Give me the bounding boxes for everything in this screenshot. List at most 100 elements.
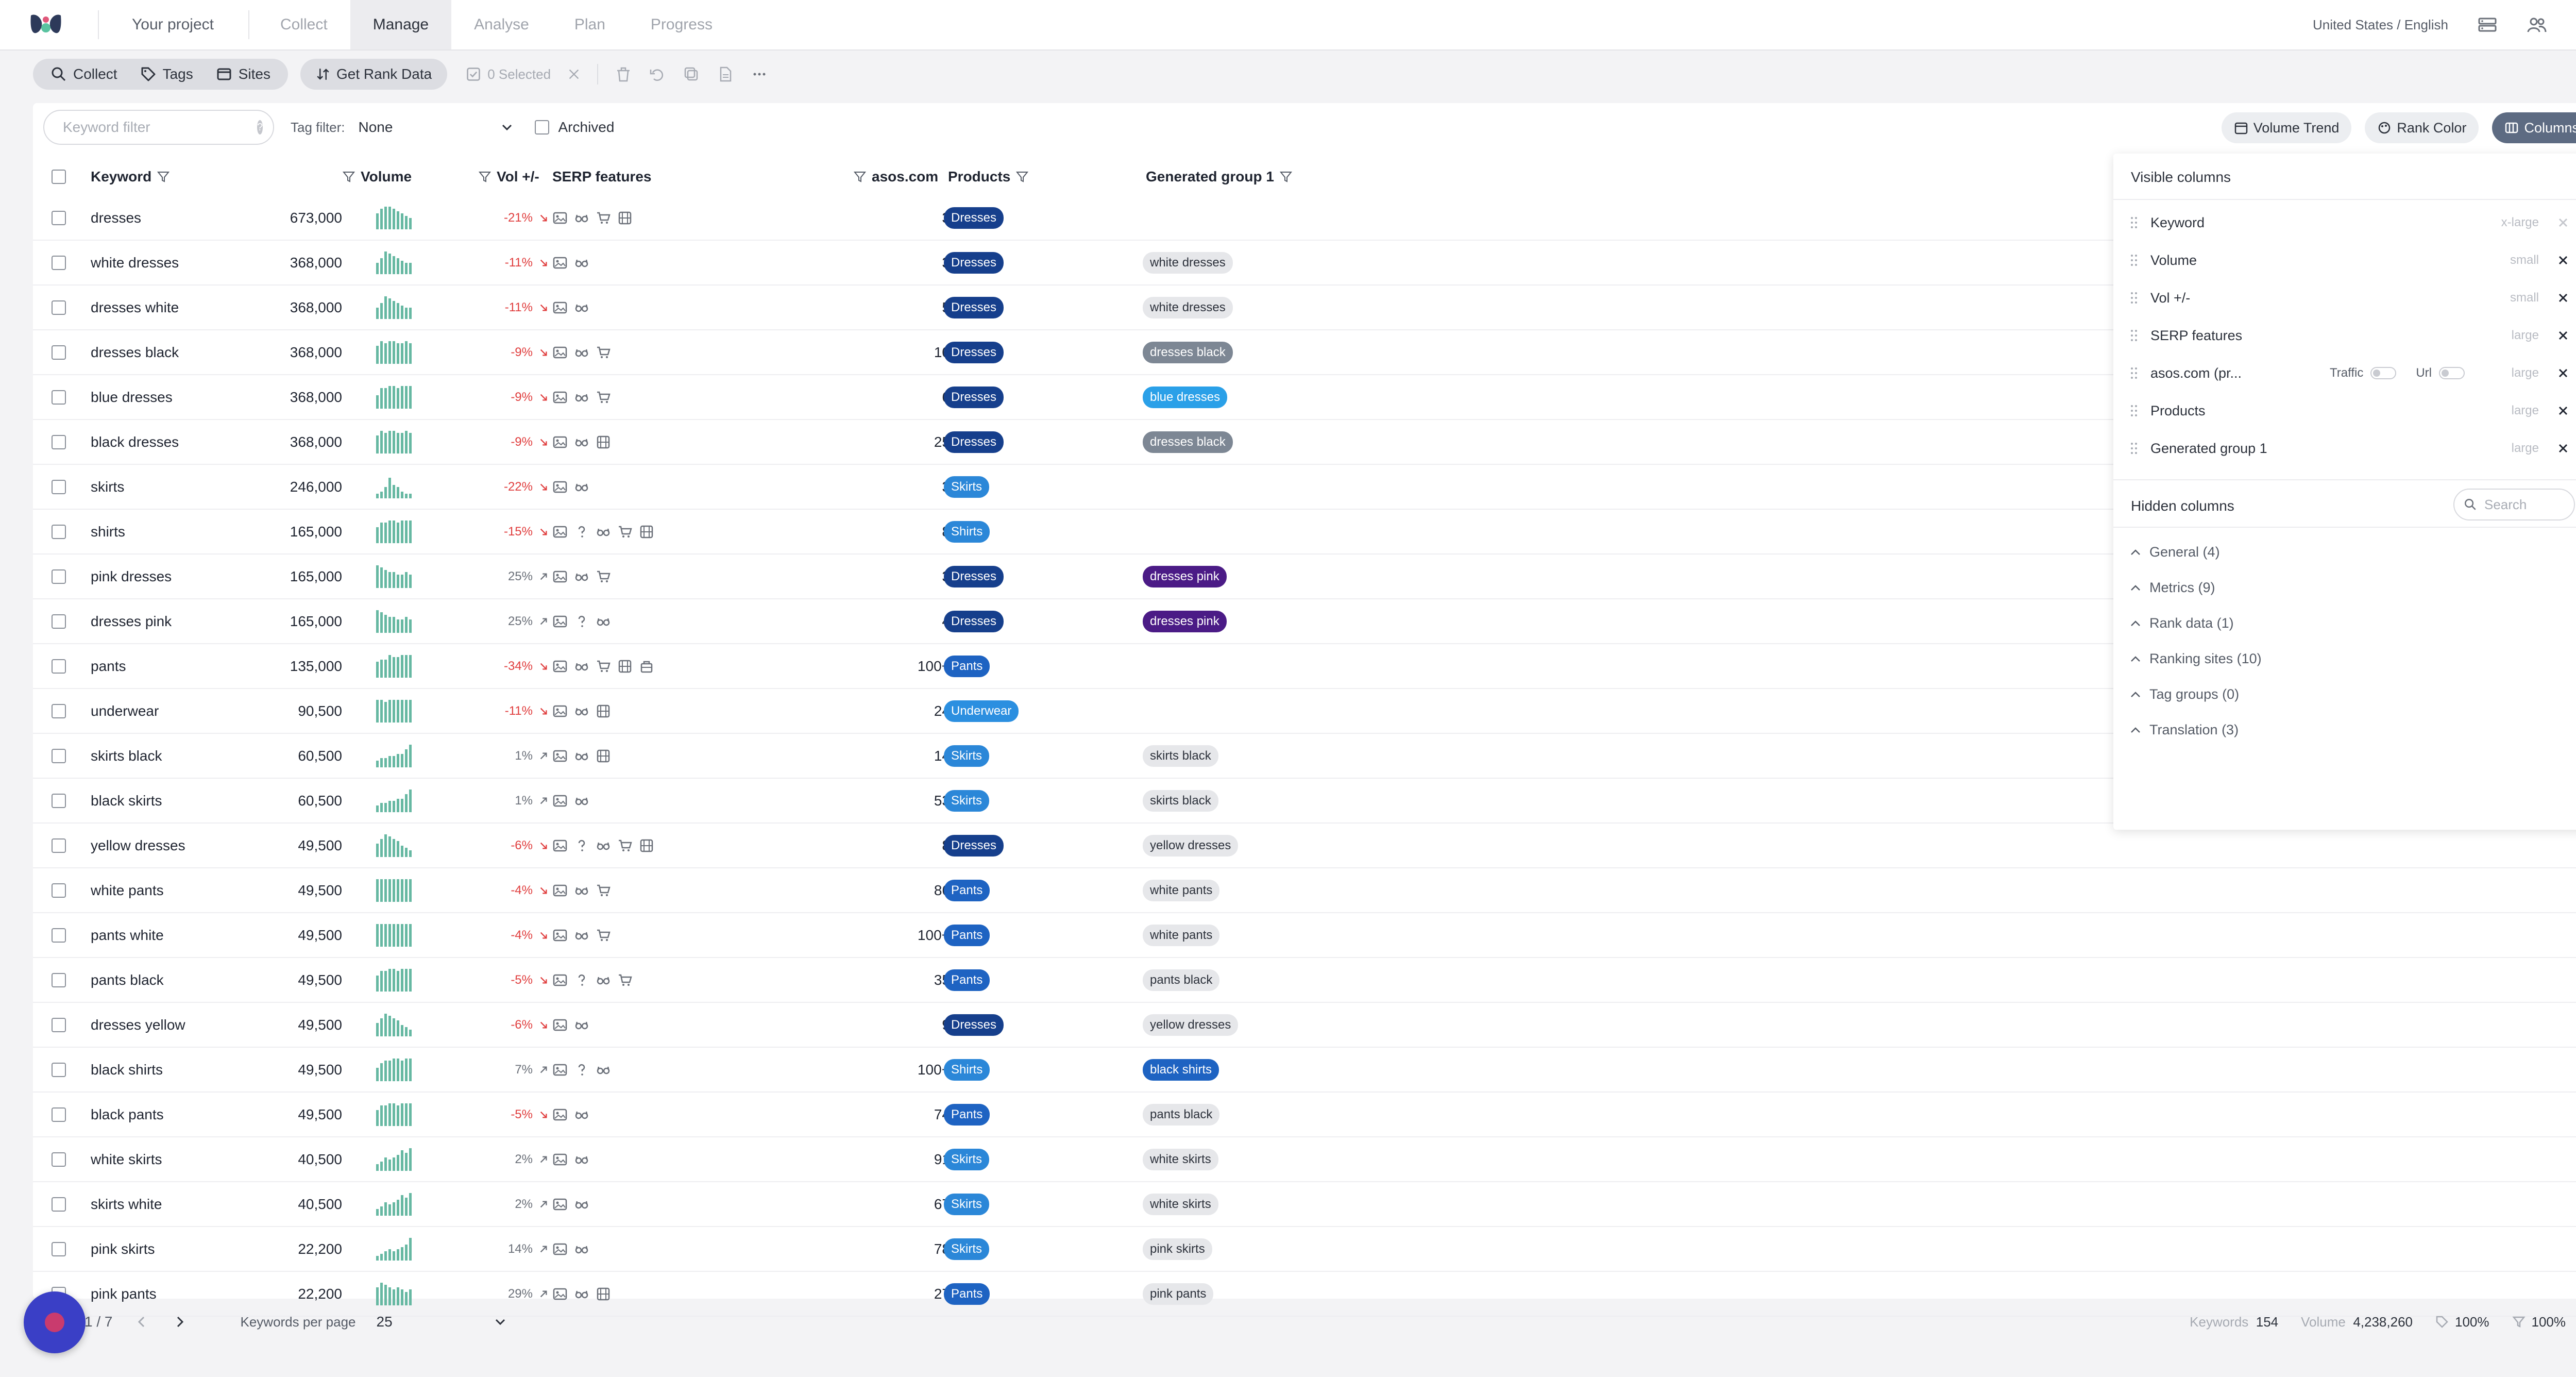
row-checkbox[interactable] (52, 928, 66, 943)
group-tag[interactable]: dresses pink (1143, 565, 1227, 587)
keyword-cell[interactable]: pink dresses (91, 555, 172, 598)
group-tag[interactable]: dresses pink (1143, 610, 1227, 632)
row-checkbox[interactable] (52, 524, 66, 539)
keyword-cell[interactable]: skirts (91, 465, 124, 509)
product-tag[interactable]: Skirts (944, 1238, 989, 1260)
product-tag[interactable]: Skirts (944, 790, 989, 812)
product-tag[interactable]: Dresses (944, 341, 1004, 363)
row-checkbox[interactable] (52, 1241, 66, 1256)
more-options-icon[interactable] (751, 65, 768, 83)
help-icon[interactable]: ? (257, 120, 263, 135)
table-row[interactable]: pants black 49,500 -5% 35 Pants pants black (33, 958, 2576, 1003)
table-row[interactable]: yellow dresses 49,500 -6% 8Dresses yellow dr… (33, 824, 2576, 868)
product-tag[interactable]: Dresses (944, 834, 1004, 857)
traffic-toggle[interactable] (2370, 367, 2397, 379)
column-size[interactable]: large (2512, 366, 2539, 380)
keyword-cell[interactable]: white dresses (91, 241, 179, 284)
header-serp[interactable]: SERP features (552, 158, 651, 196)
copy-icon[interactable] (683, 65, 700, 83)
filter-icon[interactable] (853, 170, 867, 183)
drag-handle-icon[interactable] (2129, 441, 2139, 456)
product-tag[interactable]: Dresses (944, 251, 1004, 274)
group-tag[interactable]: white skirts (1143, 1193, 1218, 1215)
product-tag[interactable]: Dresses (944, 207, 1004, 229)
trash-icon[interactable] (615, 65, 632, 83)
keyword-cell[interactable]: black skirts (91, 779, 162, 822)
product-tag[interactable]: Shirts (944, 1059, 990, 1081)
users-icon[interactable] (2527, 14, 2547, 35)
row-checkbox[interactable] (52, 1017, 66, 1032)
archived-checkbox[interactable] (534, 120, 549, 135)
product-tag[interactable]: Pants (944, 969, 990, 991)
tab-manage[interactable]: Manage (350, 0, 452, 49)
keyword-cell[interactable]: pants black (91, 958, 164, 1002)
group-tag[interactable]: white pants (1143, 924, 1220, 946)
rank-color-button[interactable]: Rank Color (2365, 112, 2479, 143)
product-tag[interactable]: Shirts (944, 520, 990, 543)
column-size[interactable]: large (2512, 404, 2539, 418)
get-rank-data-button[interactable]: Get Rank Data (300, 59, 448, 90)
locale-selector[interactable]: United States / English (2313, 17, 2448, 33)
project-name[interactable]: Your project (132, 0, 214, 49)
filter-icon[interactable] (342, 170, 355, 183)
row-checkbox[interactable] (52, 793, 66, 808)
chat-launcher-button[interactable] (24, 1291, 86, 1353)
product-tag[interactable]: Dresses (944, 565, 1004, 587)
columns-button[interactable]: Columns (2492, 112, 2576, 143)
keyword-cell[interactable]: black dresses (91, 420, 179, 464)
row-checkbox[interactable] (52, 1197, 66, 1212)
group-tag[interactable]: black shirts (1143, 1059, 1219, 1081)
hidden-column-group[interactable]: Translation (3) (2129, 722, 2239, 738)
close-icon[interactable] (2556, 254, 2570, 267)
undo-icon[interactable] (649, 65, 666, 83)
product-tag[interactable]: Skirts (944, 1193, 989, 1215)
tags-button[interactable]: Tags (129, 59, 205, 90)
server-icon[interactable] (2477, 14, 2498, 35)
group-tag[interactable]: pants black (1143, 969, 1220, 991)
keyword-cell[interactable]: black pants (91, 1093, 164, 1136)
keyword-cell[interactable]: pink skirts (91, 1227, 155, 1271)
row-checkbox[interactable] (52, 838, 66, 853)
chevron-left-icon[interactable] (133, 1313, 150, 1331)
keyword-cell[interactable]: skirts white (91, 1182, 162, 1226)
group-tag[interactable]: dresses black (1143, 431, 1233, 453)
keyword-cell[interactable]: white skirts (91, 1137, 162, 1181)
row-checkbox[interactable] (52, 390, 66, 405)
product-tag[interactable]: Skirts (944, 476, 989, 498)
tag-filter-select[interactable]: None (359, 119, 513, 136)
row-checkbox[interactable] (52, 434, 66, 449)
keyword-cell[interactable]: pants white (91, 913, 164, 957)
row-checkbox[interactable] (52, 659, 66, 674)
product-tag[interactable]: Dresses (944, 610, 1004, 632)
column-size[interactable]: large (2512, 328, 2539, 343)
hidden-column-group[interactable]: Tag groups (0) (2129, 686, 2239, 702)
filter-icon[interactable] (1279, 170, 1293, 183)
table-row[interactable]: black pants 49,500 -5% 74 Pants pants black (33, 1093, 2576, 1137)
product-tag[interactable]: Skirts (944, 745, 989, 767)
visible-column-item[interactable]: asos.com (pr... large Traffic Url (2129, 358, 2575, 389)
group-tag[interactable]: skirts black (1143, 790, 1218, 812)
keyword-cell[interactable]: dresses yellow (91, 1003, 185, 1047)
keyword-cell[interactable]: shirts (91, 510, 125, 553)
group-tag[interactable]: yellow dresses (1143, 1014, 1239, 1036)
drag-handle-icon[interactable] (2129, 290, 2139, 306)
per-page-select[interactable]: 25 (377, 1314, 506, 1330)
drag-handle-icon[interactable] (2129, 253, 2139, 268)
drag-handle-icon[interactable] (2129, 365, 2139, 381)
column-search-input[interactable] (2483, 496, 2563, 513)
row-checkbox[interactable] (52, 972, 66, 987)
keyword-cell[interactable]: black shirts (91, 1048, 163, 1091)
hidden-column-group[interactable]: Metrics (9) (2129, 580, 2215, 596)
group-tag[interactable]: white skirts (1143, 1148, 1218, 1170)
tab-analyse[interactable]: Analyse (451, 0, 552, 49)
row-checkbox[interactable] (52, 883, 66, 898)
header-volume[interactable]: Volume (342, 158, 412, 196)
product-tag[interactable]: Pants (944, 655, 990, 677)
row-checkbox[interactable] (52, 614, 66, 629)
close-icon[interactable] (2556, 404, 2570, 417)
keyword-cell[interactable]: dresses (91, 196, 141, 240)
visible-column-item[interactable]: SERP features large (2129, 320, 2575, 351)
group-tag[interactable]: white pants (1143, 879, 1220, 901)
product-tag[interactable]: Pants (944, 879, 990, 901)
keyword-cell[interactable]: dresses pink (91, 599, 172, 643)
